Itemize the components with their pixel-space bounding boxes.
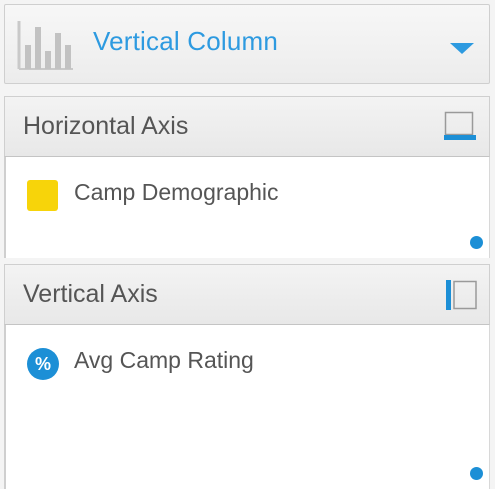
vertical-column-chart-icon [17, 21, 73, 70]
vertical-axis-title: Vertical Axis [23, 280, 158, 308]
chart-type-selector[interactable]: Vertical Column [4, 4, 490, 84]
horizontal-axis-title: Horizontal Axis [23, 112, 189, 140]
vertical-axis-header: Vertical Axis [4, 264, 490, 325]
percent-icon: % [27, 348, 59, 380]
chevron-down-icon[interactable] [450, 43, 474, 54]
field-label: Camp Demographic [74, 179, 279, 205]
vertical-axis-drop-area[interactable]: % Avg Camp Rating [4, 325, 490, 489]
horizontal-axis-drop-area[interactable]: Camp Demographic [4, 157, 490, 258]
resize-handle[interactable] [470, 236, 483, 249]
field-label: Avg Camp Rating [74, 347, 254, 373]
chart-type-label: Vertical Column [93, 26, 279, 56]
resize-handle[interactable] [470, 467, 483, 480]
horizontal-axis-icon[interactable] [444, 111, 476, 141]
dimension-swatch-icon [27, 180, 58, 211]
vertical-axis-icon[interactable] [446, 280, 478, 310]
horizontal-axis-header: Horizontal Axis [4, 96, 490, 157]
